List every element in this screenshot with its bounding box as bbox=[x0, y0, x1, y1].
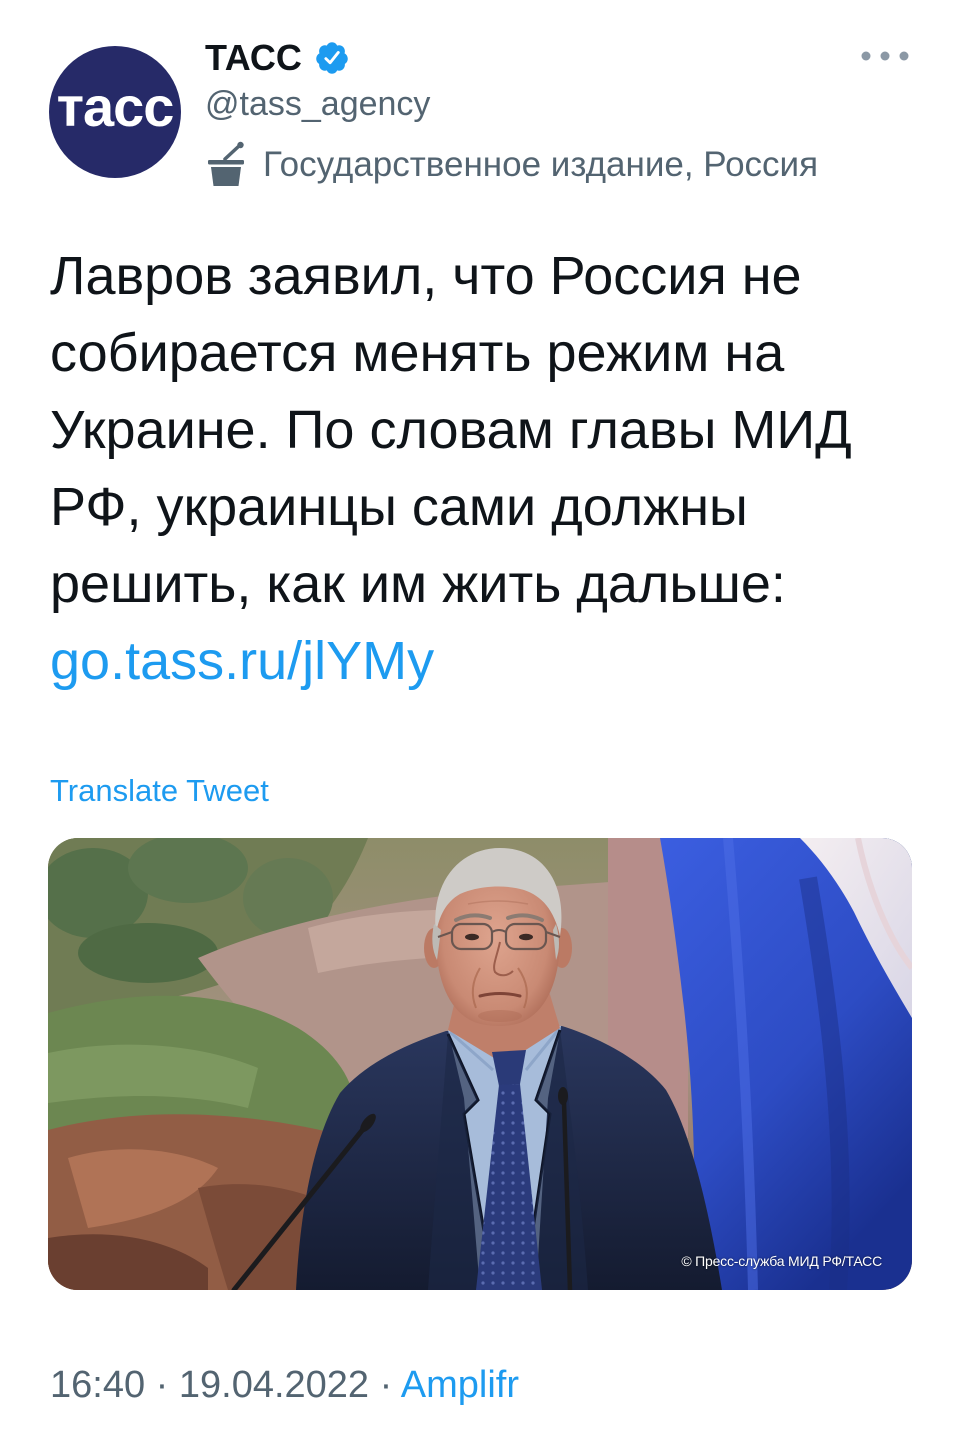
author-handle[interactable]: @tass_agency bbox=[205, 87, 430, 121]
author-name-row: ТАСС bbox=[205, 39, 350, 77]
author-name[interactable]: ТАСС bbox=[205, 39, 302, 77]
photo-credit-caption: © Пресс-служба МИД РФ/ТАСС bbox=[681, 1253, 882, 1269]
tweet-text: Лавров заявил, что Россия не собирается … bbox=[50, 238, 852, 700]
more-options-button[interactable] bbox=[858, 44, 912, 68]
tweet-link[interactable]: go.tass.ru/jlYMy bbox=[50, 623, 852, 700]
state-media-label-text: Государственное издание, Россия bbox=[263, 144, 819, 184]
tweet-time[interactable]: 16:40 bbox=[50, 1364, 145, 1406]
avatar[interactable]: тасс bbox=[49, 46, 181, 178]
tweet-text-line: собирается менять режим на bbox=[50, 323, 785, 383]
tweet-source-link[interactable]: Amplifr bbox=[401, 1364, 519, 1406]
translate-tweet-button[interactable]: Translate Tweet bbox=[50, 775, 269, 806]
state-media-label[interactable]: Государственное издание, Россия bbox=[205, 141, 818, 187]
verified-badge-icon bbox=[316, 42, 348, 74]
tweet-text-line: решить, как им жить дальше: bbox=[50, 554, 786, 614]
meta-separator: · bbox=[155, 1364, 169, 1406]
more-horizontal-icon bbox=[861, 51, 909, 61]
meta-separator: · bbox=[379, 1364, 393, 1406]
tweet-text-line: Украине. По словам главы МИД bbox=[50, 400, 852, 460]
tweet-meta: 16:40 · 19.04.2022 · Amplifr bbox=[50, 1366, 519, 1404]
state-media-podium-icon bbox=[208, 141, 244, 186]
tweet-media[interactable]: © Пресс-служба МИД РФ/ТАСС bbox=[48, 838, 912, 1290]
avatar-logo-text: тасс bbox=[56, 75, 175, 138]
tweet-text-line: РФ, украинцы сами должны bbox=[50, 477, 748, 537]
tweet-date[interactable]: 19.04.2022 bbox=[179, 1364, 369, 1406]
tweet-photo bbox=[48, 838, 912, 1290]
tweet-text-line: Лавров заявил, что Россия не bbox=[50, 246, 802, 306]
